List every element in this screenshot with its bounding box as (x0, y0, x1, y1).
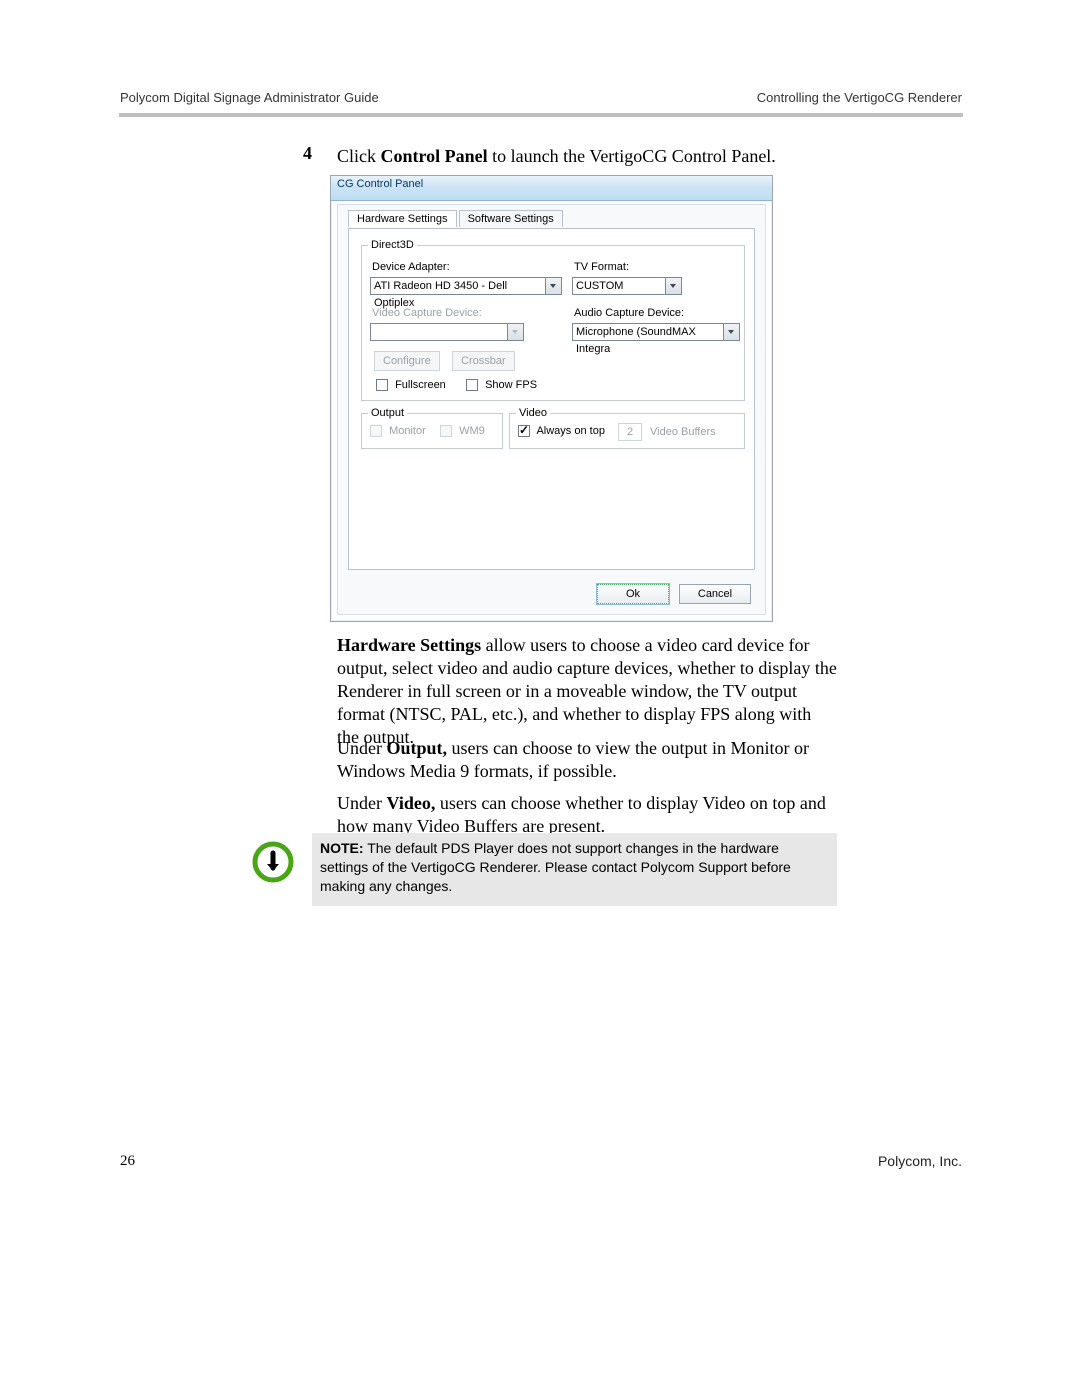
dialog-title: CG Control Panel (337, 178, 423, 190)
device-adapter-value: ATI Radeon HD 3450 - Dell Optiplex (374, 280, 507, 309)
note-callout: NOTE: The default PDS Player does not su… (252, 833, 837, 906)
device-adapter-select[interactable]: ATI Radeon HD 3450 - Dell Optiplex (370, 277, 562, 295)
tab-software-settings[interactable]: Software Settings (459, 210, 563, 227)
group-video-legend: Video (516, 407, 550, 419)
para1-bold: Hardware Settings (337, 635, 481, 655)
wm9-label: WM9 (459, 425, 485, 437)
video-buffers-label: Video Buffers (650, 426, 716, 438)
checkbox-icon (370, 425, 382, 437)
note-icon (252, 841, 294, 883)
tab-hardware-settings[interactable]: Hardware Settings (348, 210, 457, 227)
dialog-titlebar[interactable]: CG Control Panel (331, 176, 772, 201)
ok-button[interactable]: Ok (597, 584, 669, 604)
header-right: Controlling the VertigoCG Renderer (757, 90, 962, 105)
always-on-top-label: Always on top (536, 425, 604, 437)
configure-button: Configure (374, 351, 440, 371)
show-fps-label: Show FPS (485, 379, 537, 391)
checkbox-icon (466, 379, 478, 391)
fullscreen-checkbox[interactable]: Fullscreen (376, 379, 446, 391)
group-direct3d: Direct3D Device Adapter: ATI Radeon HD 3… (361, 239, 745, 401)
group-direct3d-legend: Direct3D (368, 239, 417, 251)
chevron-down-icon (723, 324, 739, 340)
video-capture-select (370, 323, 524, 341)
group-video: Video Always on top 2 Video Buffers (509, 407, 745, 449)
page: Polycom Digital Signage Administrator Gu… (0, 0, 1080, 1397)
footer-page: 26 (120, 1153, 135, 1170)
audio-capture-label: Audio Capture Device: (574, 307, 684, 319)
step-number: 4 (303, 143, 312, 164)
header-left: Polycom Digital Signage Administrator Gu… (120, 90, 379, 105)
paragraph-output: Under Output, users can choose to view t… (337, 737, 837, 783)
group-output-legend: Output (368, 407, 407, 419)
video-capture-label: Video Capture Device: (372, 307, 482, 319)
step-text: Click Control Panel to launch the Vertig… (337, 144, 776, 168)
paragraph-hardware-settings: Hardware Settings allow users to choose … (337, 634, 837, 749)
note-body: The default PDS Player does not support … (320, 840, 791, 894)
header-rule (119, 113, 963, 117)
note-label: NOTE: (320, 840, 364, 856)
audio-capture-select[interactable]: Microphone (SoundMAX Integra (572, 323, 740, 341)
para3-pre: Under (337, 793, 386, 813)
page-header: Polycom Digital Signage Administrator Gu… (120, 90, 962, 105)
checkbox-icon (440, 425, 452, 437)
video-buffers-count: 2 (618, 423, 642, 441)
crossbar-button: Crossbar (452, 351, 515, 371)
chevron-down-icon (507, 324, 523, 340)
step-bold: Control Panel (381, 146, 488, 166)
note-box: NOTE: The default PDS Player does not su… (312, 833, 837, 906)
tv-format-label: TV Format: (574, 261, 629, 273)
checkbox-icon (518, 425, 530, 437)
para2-bold: Output, (386, 738, 447, 758)
wm9-checkbox: WM9 (440, 425, 485, 437)
tv-format-value: CUSTOM (576, 280, 623, 292)
tab-panel: Direct3D Device Adapter: ATI Radeon HD 3… (348, 228, 755, 570)
tv-format-select[interactable]: CUSTOM (572, 277, 682, 295)
show-fps-checkbox[interactable]: Show FPS (466, 379, 537, 391)
monitor-label: Monitor (389, 425, 426, 437)
monitor-checkbox: Monitor (370, 425, 426, 437)
dialog-tabs: Hardware Settings Software Settings (348, 209, 562, 229)
step-post: to launch the VertigoCG Control Panel. (488, 146, 776, 166)
always-on-top-checkbox[interactable]: Always on top (518, 425, 605, 437)
para2-pre: Under (337, 738, 386, 758)
page-footer: 26 Polycom, Inc. (120, 1153, 962, 1170)
device-adapter-label: Device Adapter: (372, 261, 450, 273)
step-pre: Click (337, 146, 381, 166)
group-output: Output Monitor WM9 (361, 407, 503, 449)
chevron-down-icon (665, 278, 681, 294)
chevron-down-icon (545, 278, 561, 294)
checkbox-icon (376, 379, 388, 391)
fullscreen-label: Fullscreen (395, 379, 446, 391)
cancel-button[interactable]: Cancel (679, 584, 751, 604)
audio-capture-value: Microphone (SoundMAX Integra (576, 326, 696, 355)
paragraph-video: Under Video, users can choose whether to… (337, 792, 837, 838)
cg-control-panel-dialog: CG Control Panel Hardware Settings Softw… (330, 175, 773, 622)
para3-bold: Video, (386, 793, 435, 813)
dialog-client: Hardware Settings Software Settings Dire… (337, 204, 766, 615)
footer-company: Polycom, Inc. (878, 1153, 962, 1169)
